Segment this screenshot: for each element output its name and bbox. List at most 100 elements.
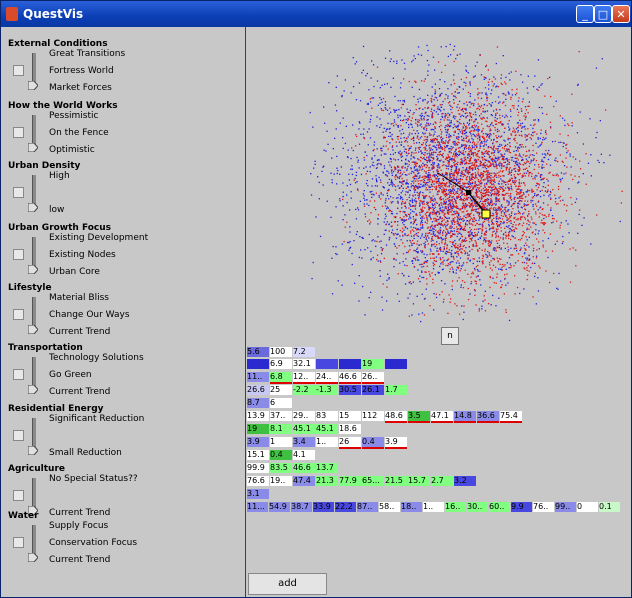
grid-cell[interactable]: 26.6 bbox=[247, 385, 269, 395]
grid-cell[interactable]: 4.1 bbox=[293, 450, 315, 460]
option-label[interactable]: Go Green bbox=[49, 370, 92, 380]
grid-cell[interactable]: 3.1 bbox=[247, 489, 269, 499]
grid-cell[interactable]: 77.9 bbox=[339, 476, 361, 486]
grid-cell[interactable]: 58.. bbox=[379, 502, 400, 512]
grid-cell[interactable] bbox=[385, 359, 407, 369]
grid-cell[interactable]: 11.. bbox=[247, 372, 269, 382]
grid-cell[interactable]: 46.6 bbox=[293, 463, 315, 473]
slider-thumb-icon[interactable] bbox=[28, 81, 38, 90]
grid-cell[interactable]: 21.5 bbox=[385, 476, 407, 486]
option-label[interactable]: Current Trend bbox=[49, 327, 110, 337]
maximize-button[interactable]: □ bbox=[594, 5, 612, 23]
grid-cell[interactable]: 1.. bbox=[423, 502, 444, 512]
grid-cell[interactable]: 18.6 bbox=[339, 424, 361, 434]
grid-cell[interactable]: 54.9 bbox=[269, 502, 290, 512]
grid-cell[interactable]: 8.7 bbox=[247, 398, 269, 408]
grid-cell[interactable]: 1 bbox=[270, 437, 292, 447]
grid-cell[interactable]: 21.3 bbox=[316, 476, 338, 486]
grid-cell[interactable]: 83 bbox=[316, 411, 338, 421]
grid-cell[interactable]: 25 bbox=[270, 385, 292, 395]
grid-cell[interactable]: 29.. bbox=[293, 411, 315, 421]
grid-cell[interactable]: 26.. bbox=[362, 372, 384, 384]
grid-cell[interactable]: 3.9 bbox=[247, 437, 269, 447]
category-checkbox[interactable] bbox=[13, 490, 24, 501]
option-label[interactable]: Current Trend bbox=[49, 387, 110, 397]
grid-cell[interactable]: 33.9 bbox=[313, 502, 334, 512]
grid-cell[interactable]: 14.8 bbox=[454, 411, 476, 423]
grid-cell[interactable]: 13.7 bbox=[316, 463, 338, 473]
minimize-button[interactable]: _ bbox=[576, 5, 594, 23]
option-label[interactable]: Existing Nodes bbox=[49, 250, 116, 260]
category-checkbox[interactable] bbox=[13, 369, 24, 380]
option-label[interactable]: Material Bliss bbox=[49, 293, 109, 303]
grid-cell[interactable]: 26 bbox=[339, 437, 361, 449]
category-checkbox[interactable] bbox=[13, 65, 24, 76]
grid-cell[interactable]: 9.9 bbox=[511, 502, 532, 512]
close-button[interactable]: ✕ bbox=[612, 5, 630, 23]
slider-thumb-icon[interactable] bbox=[28, 203, 38, 212]
grid-cell[interactable]: 99.9 bbox=[247, 463, 269, 473]
option-label[interactable]: Significant Reduction bbox=[49, 414, 144, 424]
grid-cell[interactable]: 15.7 bbox=[408, 476, 430, 486]
grid-cell[interactable] bbox=[339, 359, 361, 369]
option-label[interactable]: Current Trend bbox=[49, 555, 110, 565]
grid-cell[interactable]: 75.4 bbox=[500, 411, 522, 423]
grid-cell[interactable]: 19.. bbox=[270, 476, 292, 486]
grid-cell[interactable]: 3.2 bbox=[454, 476, 476, 486]
grid-cell[interactable]: 65... bbox=[362, 476, 384, 486]
grid-cell[interactable]: 22.2 bbox=[335, 502, 356, 512]
grid-cell[interactable]: 11... bbox=[247, 502, 268, 512]
grid-cell[interactable]: 7.2 bbox=[293, 347, 315, 357]
option-label[interactable]: Current Trend bbox=[49, 508, 110, 518]
grid-cell[interactable]: 15 bbox=[339, 411, 361, 421]
grid-cell[interactable]: 6.8 bbox=[270, 372, 292, 384]
grid-cell[interactable]: 45.1 bbox=[316, 424, 338, 434]
grid-cell[interactable]: 99.. bbox=[555, 502, 576, 512]
grid-cell[interactable]: 76.6 bbox=[247, 476, 269, 486]
grid-cell[interactable]: 3.5 bbox=[408, 411, 430, 423]
grid-cell[interactable]: 19 bbox=[362, 359, 384, 369]
grid-cell[interactable]: 112 bbox=[362, 411, 384, 421]
grid-cell[interactable]: -1.3 bbox=[316, 385, 338, 395]
option-label[interactable]: Fortress World bbox=[49, 66, 114, 76]
grid-cell[interactable]: 36.6 bbox=[477, 411, 499, 423]
option-label[interactable]: No Special Status?? bbox=[49, 474, 138, 484]
reset-button[interactable]: n bbox=[441, 327, 459, 345]
category-checkbox[interactable] bbox=[13, 430, 24, 441]
category-checkbox[interactable] bbox=[13, 309, 24, 320]
grid-cell[interactable]: 2.7 bbox=[431, 476, 453, 486]
grid-cell[interactable]: 12.. bbox=[293, 372, 315, 384]
option-label[interactable]: Small Reduction bbox=[49, 448, 122, 458]
grid-cell[interactable]: 3.9 bbox=[385, 437, 407, 449]
option-label[interactable]: Supply Focus bbox=[49, 521, 108, 531]
grid-cell[interactable]: 24.. bbox=[316, 372, 338, 384]
option-label[interactable]: low bbox=[49, 205, 64, 215]
grid-cell[interactable]: 18.. bbox=[401, 502, 422, 512]
option-label[interactable]: Optimistic bbox=[49, 145, 95, 155]
grid-cell[interactable]: 0.4 bbox=[362, 437, 384, 449]
grid-cell[interactable]: -2.2 bbox=[293, 385, 315, 395]
grid-cell[interactable]: 13.9 bbox=[247, 411, 269, 421]
grid-cell[interactable] bbox=[316, 359, 338, 369]
grid-cell[interactable]: 6 bbox=[270, 398, 292, 408]
grid-cell[interactable]: 8.1 bbox=[270, 424, 292, 434]
grid-cell[interactable]: 5.6 bbox=[247, 347, 269, 357]
category-checkbox[interactable] bbox=[13, 537, 24, 548]
grid-cell[interactable]: 60.. bbox=[489, 502, 510, 512]
grid-cell[interactable]: 87.. bbox=[357, 502, 378, 512]
option-label[interactable]: Change Our Ways bbox=[49, 310, 130, 320]
option-label[interactable]: Pessimistic bbox=[49, 111, 98, 121]
grid-cell[interactable]: 47.4 bbox=[293, 476, 315, 486]
grid-cell[interactable]: 0.4 bbox=[270, 450, 292, 460]
option-label[interactable]: High bbox=[49, 171, 70, 181]
slider-thumb-icon[interactable] bbox=[28, 265, 38, 274]
slider-thumb-icon[interactable] bbox=[28, 385, 38, 394]
option-label[interactable]: Existing Development bbox=[49, 233, 148, 243]
option-label[interactable]: Great Transitions bbox=[49, 49, 125, 59]
option-label[interactable]: Urban Core bbox=[49, 267, 100, 277]
grid-cell[interactable]: 3.4 bbox=[293, 437, 315, 447]
grid-cell[interactable]: 0.1 bbox=[599, 502, 620, 512]
option-label[interactable]: Technology Solutions bbox=[49, 353, 144, 363]
grid-cell[interactable]: 0 bbox=[577, 502, 598, 512]
grid-cell[interactable]: 83.5 bbox=[270, 463, 292, 473]
